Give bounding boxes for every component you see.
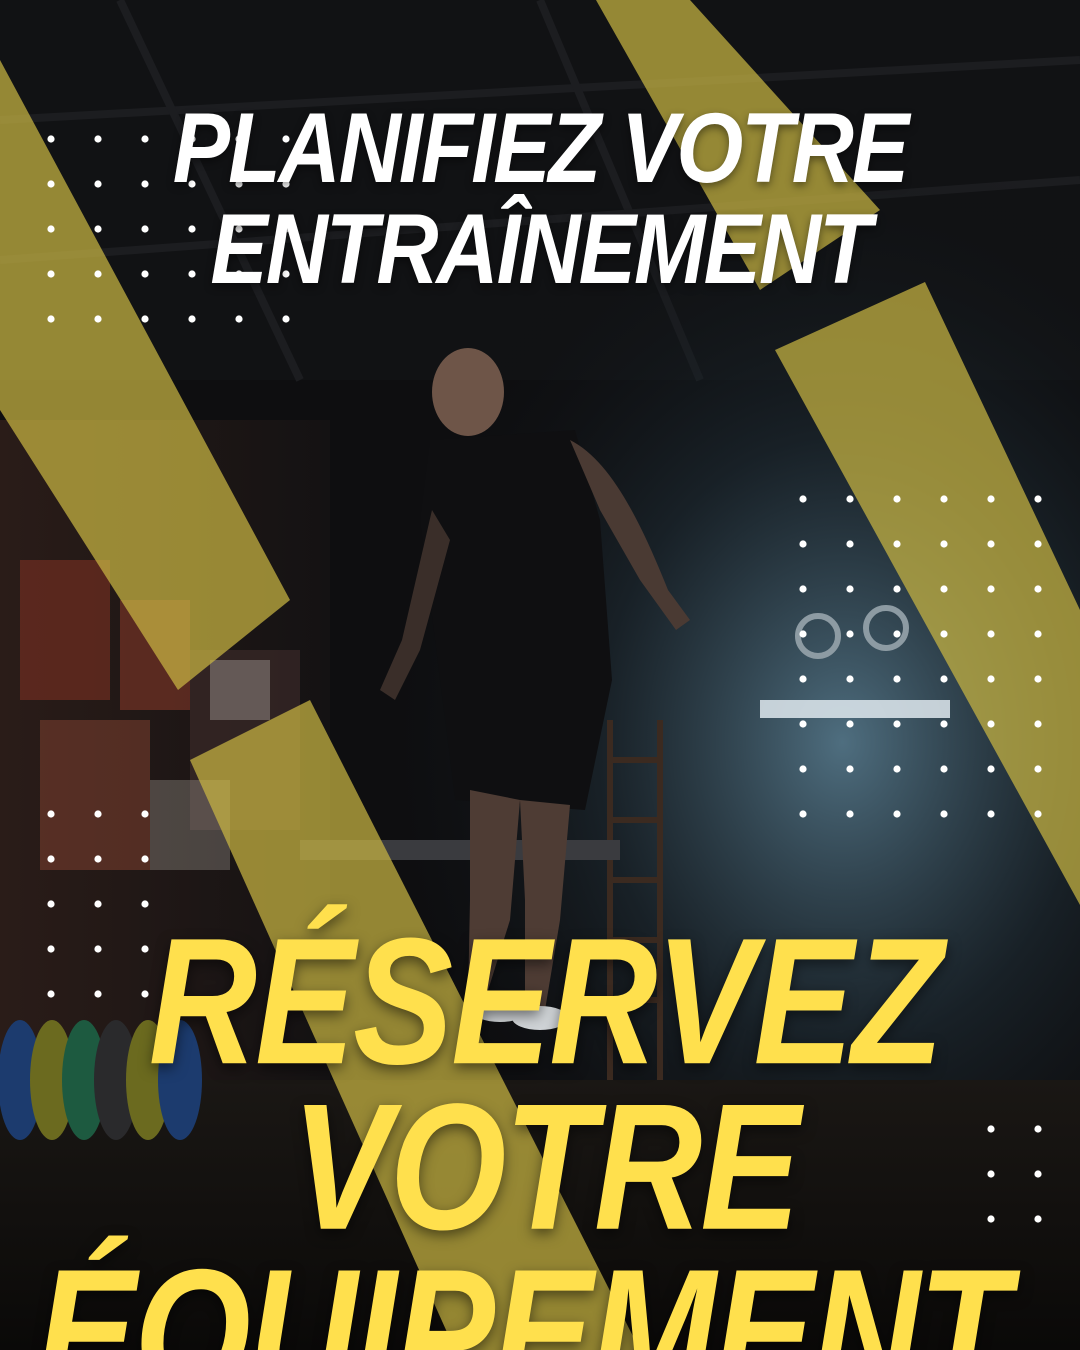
headline-bottom: RÉSERVEZ VOTRE ÉQUIPEMENT xyxy=(0,900,1080,1350)
poster: PLANIFIEZ VOTRE ENTRAÎNEMENT RÉSERVEZ VO… xyxy=(0,0,1080,1350)
headline-bottom-line1: RÉSERVEZ VOTRE xyxy=(148,900,944,1268)
headline-top-line1: PLANIFIEZ VOTRE xyxy=(172,93,909,204)
headline-bottom-line2: ÉQUIPEMENT xyxy=(36,1231,1010,1350)
headline-top: PLANIFIEZ VOTRE ENTRAÎNEMENT xyxy=(0,98,1080,300)
dot-grid-right xyxy=(776,472,1080,852)
headline-top-line2: ENTRAÎNEMENT xyxy=(210,194,871,305)
